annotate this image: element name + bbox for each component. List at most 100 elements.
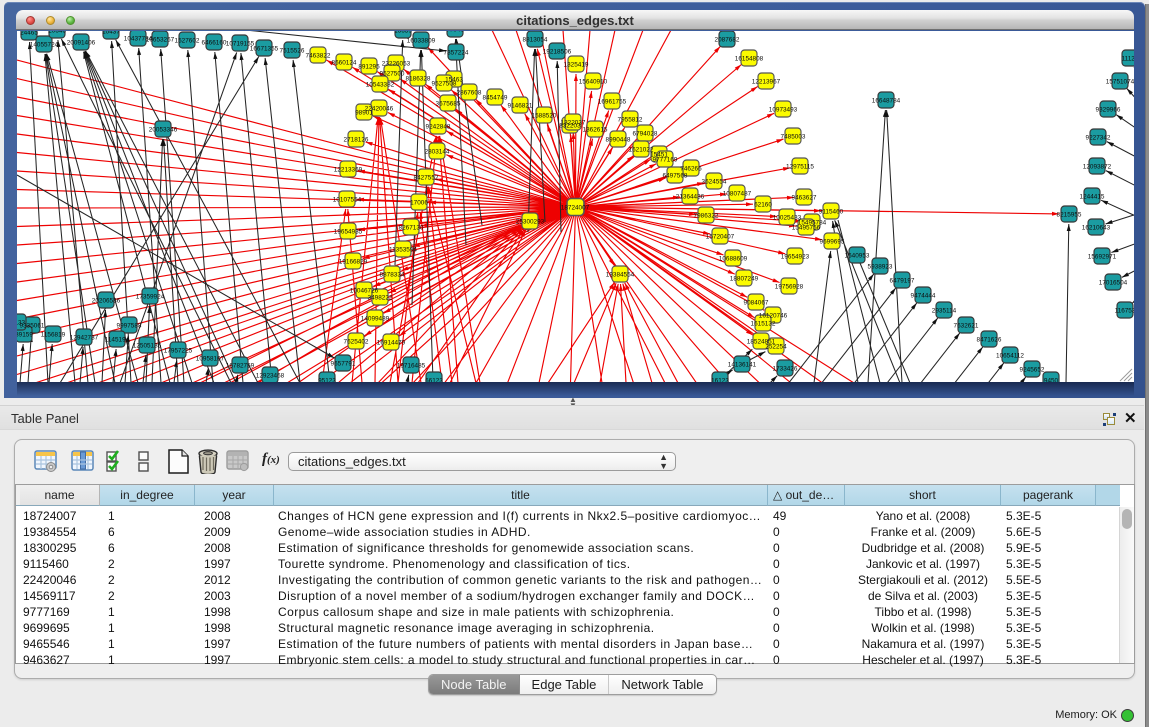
svg-text:1362615: 1362615 bbox=[583, 127, 608, 134]
svg-text:16961755: 16961755 bbox=[598, 99, 627, 106]
svg-text:15640910: 15640910 bbox=[579, 79, 608, 86]
svg-text:18807249: 18807249 bbox=[730, 276, 759, 283]
svg-text:8471626: 8471626 bbox=[977, 337, 1002, 344]
svg-text:1325419: 1325419 bbox=[564, 62, 589, 69]
svg-text:9133: 9133 bbox=[17, 320, 26, 327]
svg-text:1156819: 1156819 bbox=[41, 332, 66, 339]
svg-text:14136141: 14136141 bbox=[728, 362, 757, 369]
svg-text:16671355: 16671355 bbox=[250, 46, 279, 53]
svg-text:25300293: 25300293 bbox=[516, 219, 545, 226]
svg-text:8267130: 8267130 bbox=[399, 225, 424, 232]
svg-text:10653267: 10653267 bbox=[146, 37, 175, 44]
svg-text:8215955: 8215955 bbox=[1057, 212, 1082, 219]
svg-text:9699695: 9699695 bbox=[820, 239, 845, 246]
svg-text:9463627: 9463627 bbox=[792, 195, 817, 202]
svg-text:8990448: 8990448 bbox=[606, 137, 631, 144]
svg-text:2718126: 2718126 bbox=[344, 137, 369, 144]
svg-text:20053346: 20053346 bbox=[149, 127, 178, 134]
svg-text:252254: 252254 bbox=[765, 344, 787, 351]
svg-text:12505135: 12505135 bbox=[133, 343, 162, 350]
svg-text:116753: 116753 bbox=[1115, 308, 1134, 315]
svg-text:11353594: 11353594 bbox=[389, 247, 417, 254]
svg-text:746266: 746266 bbox=[680, 166, 702, 173]
svg-text:16648784: 16648784 bbox=[872, 98, 901, 105]
svg-text:1527602: 1527602 bbox=[175, 38, 200, 45]
svg-text:16154808: 16154808 bbox=[735, 56, 764, 63]
svg-text:2803144: 2803144 bbox=[425, 149, 450, 156]
svg-text:10654112: 10654112 bbox=[996, 353, 1024, 360]
svg-text:12213967: 12213967 bbox=[752, 79, 781, 86]
svg-text:12942737: 12942737 bbox=[70, 335, 99, 342]
svg-text:6466160: 6466160 bbox=[202, 40, 227, 47]
svg-text:21364436: 21364436 bbox=[676, 194, 705, 201]
svg-text:1322037: 1322037 bbox=[561, 120, 586, 127]
svg-text:7357224: 7357224 bbox=[444, 50, 469, 57]
svg-text:19654923: 19654923 bbox=[781, 254, 810, 261]
svg-text:3624554: 3624554 bbox=[702, 179, 727, 186]
svg-text:3675685: 3675685 bbox=[436, 101, 461, 108]
svg-text:16120746: 16120746 bbox=[759, 313, 788, 320]
svg-text:9245652: 9245652 bbox=[1020, 367, 1045, 374]
svg-text:9242848: 9242848 bbox=[426, 124, 451, 131]
svg-text:95123: 95123 bbox=[318, 378, 336, 383]
svg-text:9227342: 9227342 bbox=[1086, 135, 1111, 142]
svg-text:9146821: 9146821 bbox=[508, 103, 533, 110]
svg-text:20206536: 20206536 bbox=[92, 298, 121, 305]
svg-text:20091406: 20091406 bbox=[67, 40, 96, 47]
svg-text:8813054: 8813054 bbox=[523, 37, 548, 44]
svg-text:9474444: 9474444 bbox=[911, 293, 936, 300]
svg-text:1588520: 1588520 bbox=[532, 113, 557, 120]
svg-text:16210643: 16210643 bbox=[1082, 225, 1111, 232]
svg-text:891295: 891295 bbox=[358, 64, 380, 71]
svg-text:7463822: 7463822 bbox=[306, 53, 331, 60]
svg-text:98901: 98901 bbox=[355, 110, 373, 117]
svg-text:10107554: 10107554 bbox=[333, 197, 362, 204]
svg-text:10688609: 10688609 bbox=[719, 256, 748, 263]
svg-text:16639: 16639 bbox=[394, 31, 412, 35]
svg-text:16782759: 16782759 bbox=[226, 363, 255, 370]
svg-text:10973493: 10973493 bbox=[769, 107, 798, 114]
svg-text:9997588: 9997588 bbox=[117, 323, 142, 330]
svg-text:17359924: 17359924 bbox=[136, 294, 165, 301]
svg-text:19218506: 19218506 bbox=[543, 49, 572, 56]
svg-text:1244415: 1244415 bbox=[1080, 194, 1105, 201]
svg-text:6497568: 6497568 bbox=[663, 173, 688, 180]
svg-text:8454749: 8454749 bbox=[483, 95, 508, 102]
svg-text:12213369: 12213369 bbox=[334, 167, 363, 174]
svg-text:8186328: 8186328 bbox=[406, 76, 431, 83]
svg-text:1640953: 1640953 bbox=[845, 253, 870, 260]
svg-text:19166829: 19166829 bbox=[339, 259, 368, 266]
svg-text:12093872: 12093872 bbox=[1083, 164, 1112, 171]
svg-text:10437: 10437 bbox=[102, 31, 120, 36]
svg-text:12975115: 12975115 bbox=[786, 164, 814, 171]
svg-text:9115460: 9115460 bbox=[819, 209, 844, 216]
svg-text:62160: 62160 bbox=[754, 202, 772, 209]
svg-text:17957225: 17957225 bbox=[164, 348, 193, 355]
svg-text:19716485: 19716485 bbox=[397, 363, 426, 370]
svg-text:2867608: 2867608 bbox=[457, 90, 482, 97]
svg-text:6794028: 6794028 bbox=[633, 131, 658, 138]
svg-text:2087682: 2087682 bbox=[715, 37, 740, 44]
svg-text:7955812: 7955812 bbox=[618, 117, 643, 124]
svg-text:17006: 17006 bbox=[410, 200, 428, 207]
svg-text:15495756: 15495756 bbox=[792, 225, 821, 232]
svg-text:9777169: 9777169 bbox=[653, 157, 678, 164]
svg-text:10543382: 10543382 bbox=[366, 82, 395, 89]
svg-text:9329966: 9329966 bbox=[1096, 107, 1121, 114]
svg-text:23226053: 23226053 bbox=[382, 61, 411, 68]
svg-text:10958107: 10958107 bbox=[196, 356, 225, 363]
svg-text:7515526: 7515526 bbox=[280, 48, 305, 55]
svg-text:19384554: 19384554 bbox=[606, 272, 635, 279]
svg-text:15692971: 15692971 bbox=[1088, 254, 1117, 261]
svg-text:9527508: 9527508 bbox=[432, 81, 457, 88]
svg-text:15751074: 15751074 bbox=[1106, 79, 1134, 86]
svg-text:15720407: 15720407 bbox=[706, 234, 735, 241]
svg-text:16914479: 16914479 bbox=[377, 340, 406, 347]
svg-text:19756928: 19756928 bbox=[775, 284, 804, 291]
svg-text:1733426: 1733426 bbox=[773, 366, 798, 373]
svg-text:16033809: 16033809 bbox=[407, 38, 436, 45]
svg-text:10046726: 10046726 bbox=[350, 288, 379, 295]
svg-text:6479197: 6479197 bbox=[890, 278, 915, 285]
svg-text:66123: 66123 bbox=[425, 378, 443, 383]
svg-text:7632621: 7632621 bbox=[954, 323, 979, 330]
